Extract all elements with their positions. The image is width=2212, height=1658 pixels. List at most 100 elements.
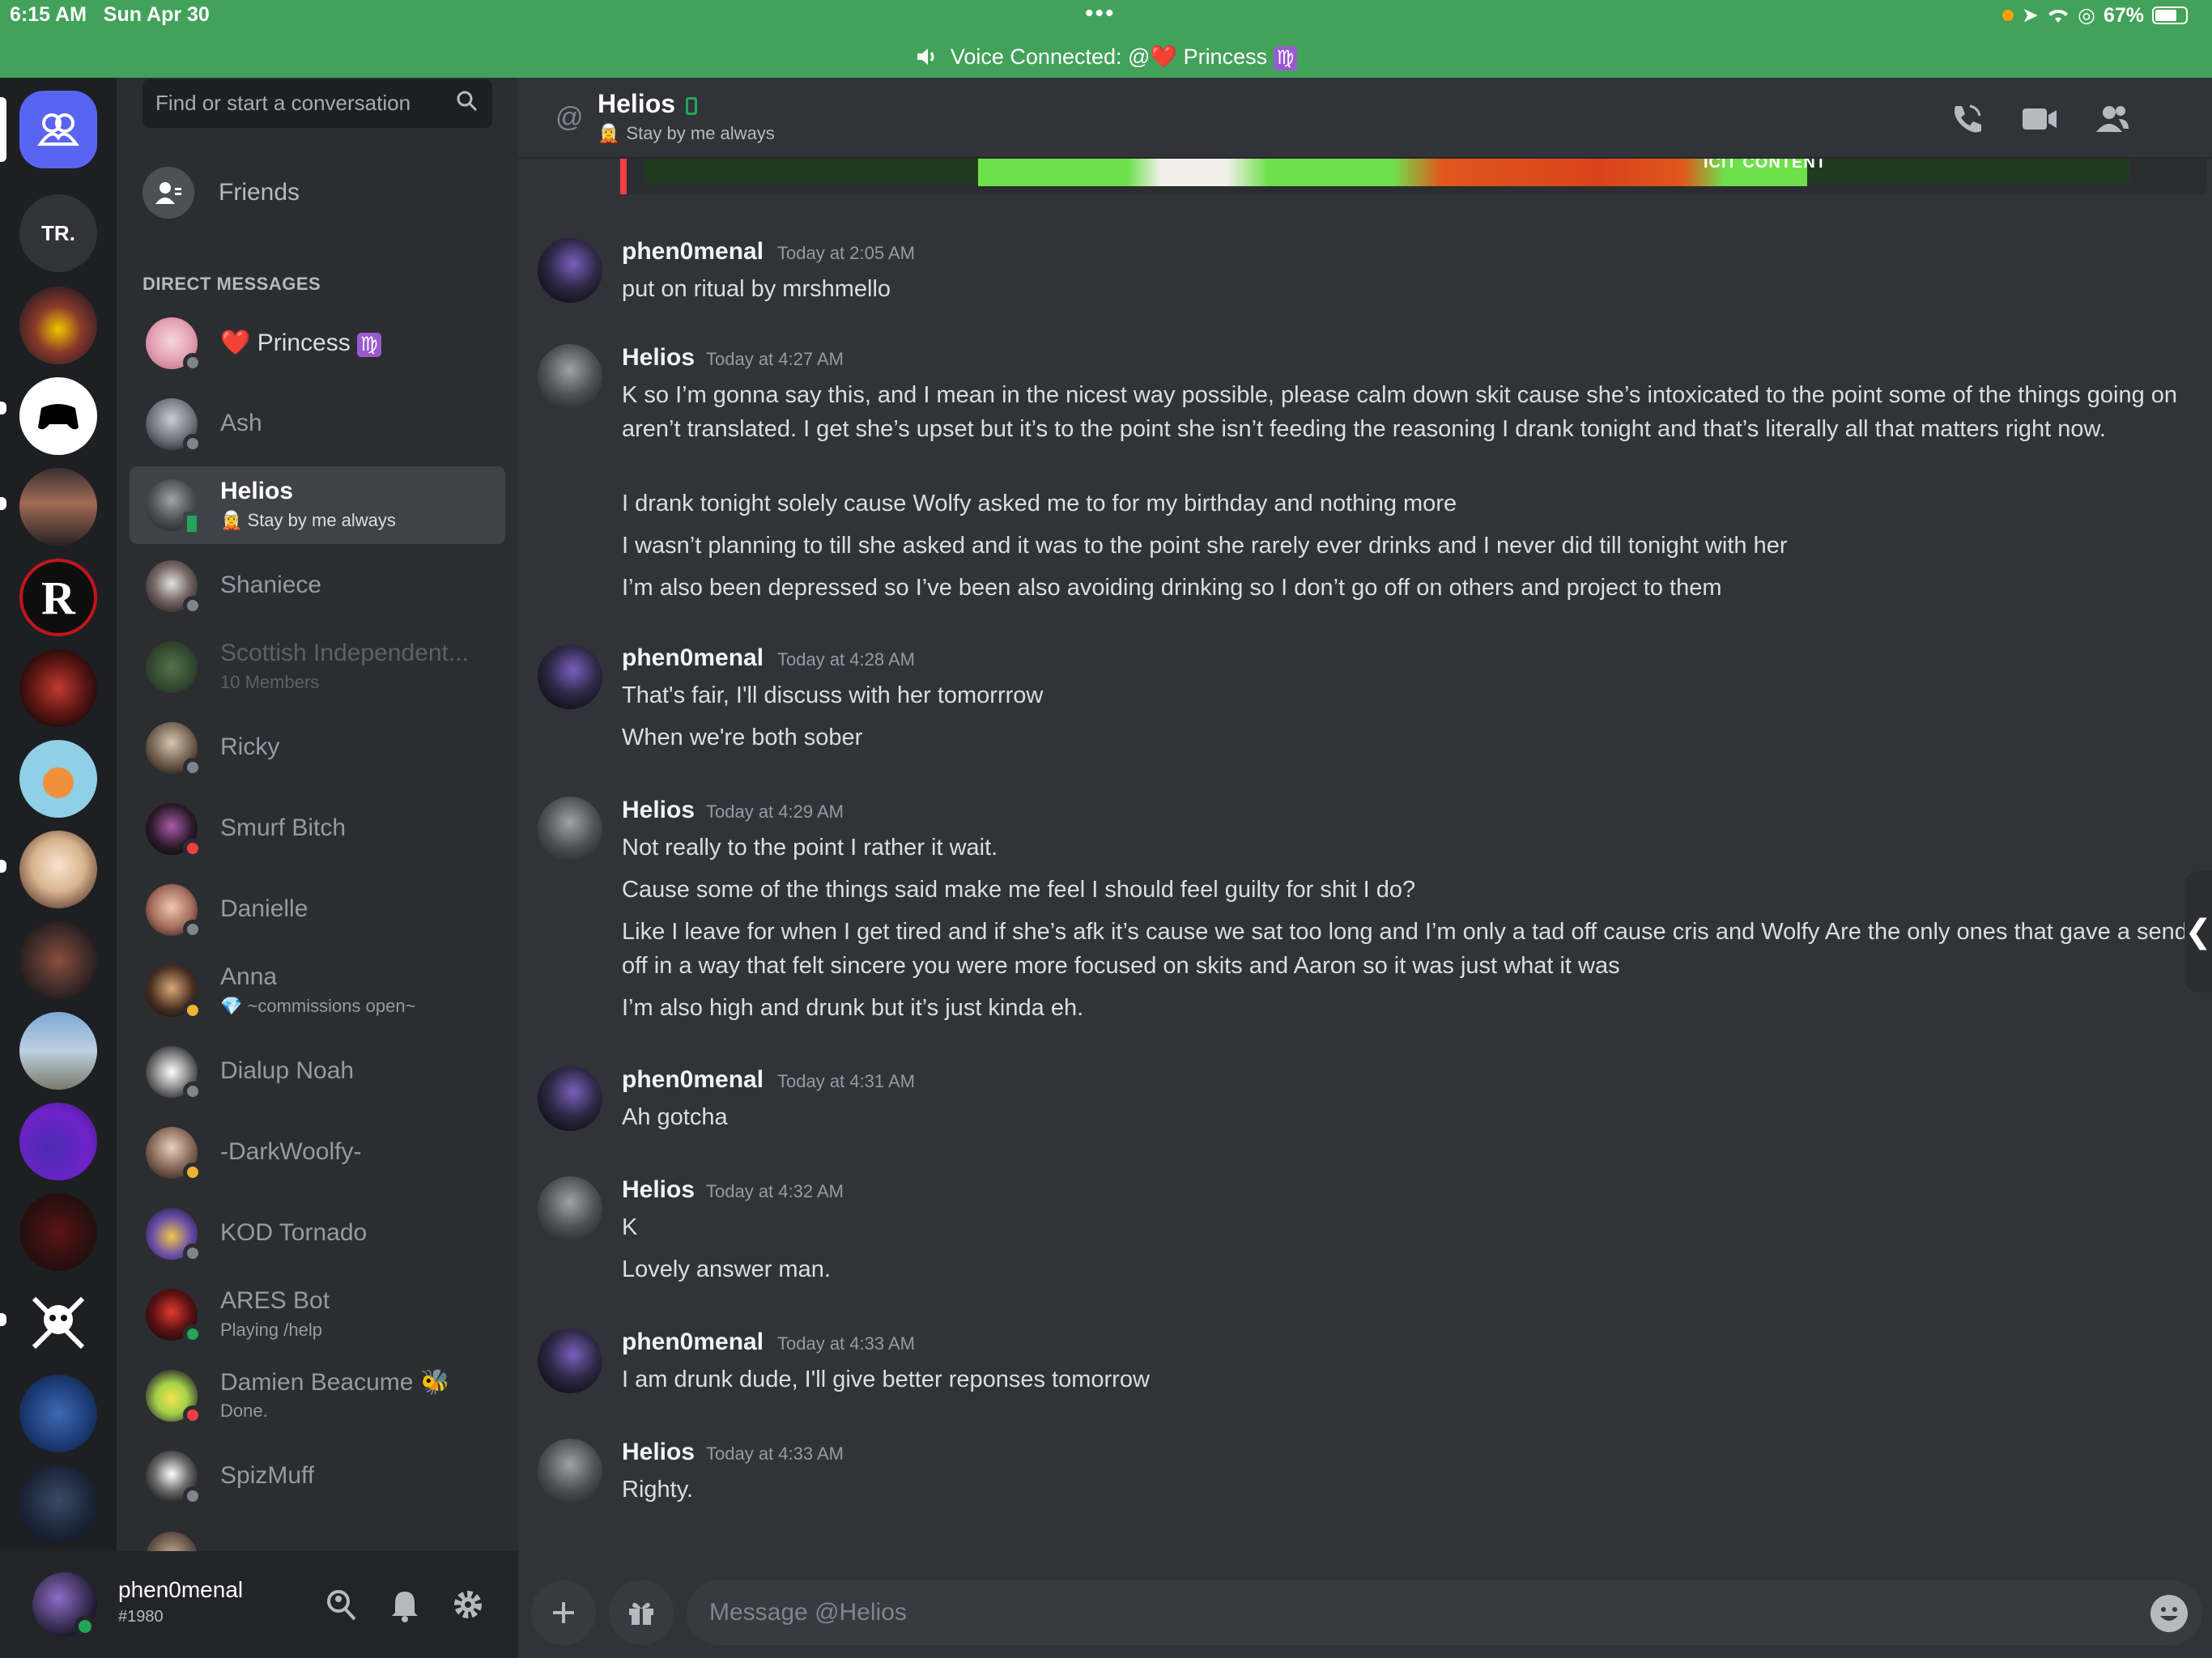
chat-subtitle-text: Stay by me always <box>626 123 775 143</box>
server-flat-mars-society[interactable] <box>19 740 97 818</box>
phone-call-icon <box>1955 104 1981 133</box>
author-avatar[interactable] <box>538 1329 602 1393</box>
gift-button[interactable] <box>609 1580 674 1645</box>
server-icon[interactable] <box>19 1375 97 1452</box>
voice-connected-banner[interactable]: Voice Connected: @❤️ Princess ♍ <box>0 36 2212 78</box>
dm-item-kod-tornado[interactable]: KOD Tornado <box>130 1195 505 1273</box>
server-icon[interactable] <box>19 921 97 999</box>
server-icon[interactable] <box>19 649 97 727</box>
server-tr[interactable]: TR. <box>19 194 97 272</box>
dm-item-helios[interactable]: Helios 🧝 Stay by me always <box>130 466 505 544</box>
author-avatar[interactable] <box>538 1176 602 1241</box>
user-profile-button[interactable] <box>2092 99 2133 139</box>
dm-name: KOD Tornado <box>220 1219 368 1246</box>
notifications-button[interactable] <box>384 1584 426 1626</box>
server-icon[interactable] <box>19 831 97 908</box>
author-name[interactable]: Helios <box>622 1176 695 1204</box>
server-icon[interactable] <box>19 1465 97 1543</box>
dm-item-anna[interactable]: Anna 💎 ~commissions open~ <box>130 952 505 1030</box>
server-icon[interactable] <box>19 468 97 546</box>
emoji-picker-button[interactable] <box>2150 1595 2188 1632</box>
message-text: That's fair, I'll discuss with her tomor… <box>622 682 1044 708</box>
custom-status-emoji-icon: 🧝 <box>598 123 620 143</box>
author-name[interactable]: phen0menal <box>622 1329 764 1356</box>
dm-name: Scottish Independent... <box>220 640 469 666</box>
member-list-icon <box>2096 106 2129 132</box>
author-name[interactable]: phen0menal <box>622 238 764 266</box>
multitask-dots-icon[interactable]: ••• <box>1085 0 1116 28</box>
status-idle-icon <box>183 1001 202 1020</box>
server-icon[interactable] <box>19 287 97 364</box>
unread-pill <box>0 402 6 414</box>
explicit-content-embed[interactable]: ICIT CONTENT <box>620 159 2207 194</box>
author-avatar[interactable] <box>538 1066 602 1131</box>
dm-item-darkwoolfy[interactable]: -DarkWoolfy- <box>130 1114 505 1192</box>
message-list[interactable]: ICIT CONTENT phen0menal Today at 2:05 AM… <box>518 159 2212 1558</box>
message-text: put on ritual by mrshmello <box>622 276 891 302</box>
user-discriminator: #1980 <box>118 1608 164 1626</box>
dm-item-ricky[interactable]: Ricky <box>130 709 505 787</box>
timestamp: Today at 4:33 AM <box>777 1333 915 1354</box>
dm-item-shaniece[interactable]: Shaniece <box>130 547 505 625</box>
chat-title[interactable]: Helios <box>598 89 697 119</box>
server-icon[interactable] <box>19 1012 97 1090</box>
server-r[interactable]: R <box>19 559 97 636</box>
dm-item-smurf[interactable]: Smurf Bitch <box>130 790 505 868</box>
direct-messages-home-button[interactable] <box>19 91 97 168</box>
server-skull[interactable] <box>19 1284 97 1362</box>
author-avatar[interactable] <box>538 238 602 303</box>
voice-call-button[interactable] <box>1946 99 1987 139</box>
author-avatar[interactable] <box>538 1439 602 1503</box>
author-name[interactable]: Helios <box>622 1439 695 1466</box>
voice-text: Voice Connected: @❤️ Princess ♍ <box>951 44 1298 70</box>
server-icon[interactable] <box>19 1103 97 1180</box>
gift-icon <box>629 1602 653 1625</box>
author-name[interactable]: phen0menal <box>622 1066 764 1094</box>
timestamp: Today at 2:05 AM <box>777 243 915 263</box>
author-name[interactable]: phen0menal <box>622 644 764 672</box>
author-avatar[interactable] <box>538 644 602 709</box>
user-panel: phen0menal #1980 <box>0 1551 518 1658</box>
chevron-left-icon[interactable]: ❮ <box>2184 871 2212 993</box>
dm-status-text: Done. <box>220 1401 268 1421</box>
author-name[interactable]: Helios <box>622 797 695 824</box>
zodiac-icon: ♍ <box>357 333 381 357</box>
author-avatar[interactable] <box>538 797 602 861</box>
message-text: K so I’m gonna say this, and I mean in t… <box>622 382 2178 442</box>
wifi-icon <box>2048 9 2069 23</box>
message-input[interactable] <box>709 1593 2086 1632</box>
dm-item-scottish-independent[interactable]: Scottish Independent... 10 Members <box>130 628 505 706</box>
status-online-icon <box>183 1324 202 1344</box>
dm-item-danielle[interactable]: Danielle <box>130 871 505 949</box>
author-name[interactable]: Helios <box>622 344 695 372</box>
friends-nav-item[interactable]: Friends <box>143 167 300 219</box>
search-user-button[interactable] <box>319 1584 361 1626</box>
search-conversation-input[interactable]: Find or start a conversation <box>143 79 492 128</box>
gamepad-icon <box>38 404 79 430</box>
message-text: I am drunk dude, I'll give better repons… <box>622 1367 1150 1392</box>
plus-icon <box>553 1602 574 1623</box>
at-icon: @ <box>555 102 584 133</box>
attach-button[interactable] <box>531 1580 596 1645</box>
date: Sun Apr 30 <box>103 3 210 26</box>
status-offline-icon <box>183 1486 202 1506</box>
location-icon: ➤ <box>2022 4 2040 27</box>
dm-item-ares-bot[interactable]: ARES Bot Playing /help <box>130 1276 505 1354</box>
status-offline-icon <box>183 1082 202 1101</box>
dm-item-princess[interactable]: ❤️ Princess ♍ <box>130 304 505 382</box>
dm-item-damien-beacume[interactable]: Damien Beacume 🐝 Done. <box>130 1357 505 1435</box>
author-avatar[interactable] <box>538 344 602 409</box>
dm-name-text: Princess <box>257 329 351 356</box>
settings-button[interactable] <box>447 1584 489 1626</box>
dm-name: Anna <box>220 963 278 990</box>
dm-sidebar: Find or start a conversation Friends DIR… <box>117 78 518 1551</box>
server-controller[interactable] <box>19 377 97 455</box>
dm-item-dialup-noah[interactable]: Dialup Noah <box>130 1033 505 1111</box>
mic-indicator-icon <box>2002 10 2014 21</box>
dm-item-ash[interactable]: Ash <box>130 385 505 463</box>
dm-item-partial[interactable] <box>130 1519 505 1551</box>
video-call-button[interactable] <box>2019 99 2060 139</box>
timestamp: Today at 4:31 AM <box>777 1071 915 1091</box>
dm-item-spizmuff[interactable]: SpizMuff <box>130 1438 505 1516</box>
server-icon[interactable] <box>19 1193 97 1271</box>
